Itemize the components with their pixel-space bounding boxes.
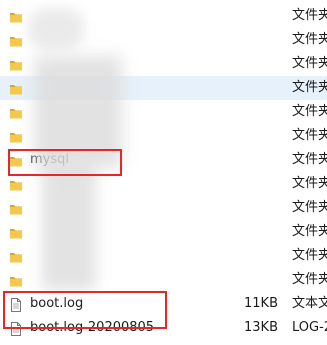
file-type: 文件夹 <box>292 104 327 119</box>
folder-icon <box>9 225 23 239</box>
file-size: 13KB <box>244 320 278 335</box>
highlight-box <box>3 291 167 329</box>
file-type: 文件夹 <box>292 8 327 23</box>
file-type: 文件夹 <box>292 152 327 167</box>
file-type: 文件夹 <box>292 128 327 143</box>
folder-icon <box>9 201 23 215</box>
folder-icon <box>9 57 23 71</box>
folder-icon <box>9 9 23 23</box>
file-type: 文件夹 <box>292 56 327 71</box>
folder-icon <box>9 81 23 95</box>
folder-icon <box>9 273 23 287</box>
file-type: 文件夹 <box>292 224 327 239</box>
folder-icon <box>9 105 23 119</box>
file-type: 文件夹 <box>292 80 327 95</box>
file-type: 文件夹 <box>292 272 327 287</box>
folder-icon <box>9 129 23 143</box>
file-type: 文本文档 <box>292 296 327 311</box>
file-type: 文件夹 <box>292 248 327 263</box>
file-type: 文件夹 <box>292 200 327 215</box>
folder-icon <box>9 249 23 263</box>
redacted-blur <box>42 160 96 290</box>
file-type: LOG-20200805 文件 <box>292 320 327 335</box>
folder-icon <box>9 177 23 191</box>
file-type: 文件夹 <box>292 176 327 191</box>
highlight-box <box>8 149 122 176</box>
file-size: 11KB <box>244 296 278 311</box>
folder-icon <box>9 33 23 47</box>
redacted-blur <box>28 8 84 50</box>
file-type: 文件夹 <box>292 32 327 47</box>
